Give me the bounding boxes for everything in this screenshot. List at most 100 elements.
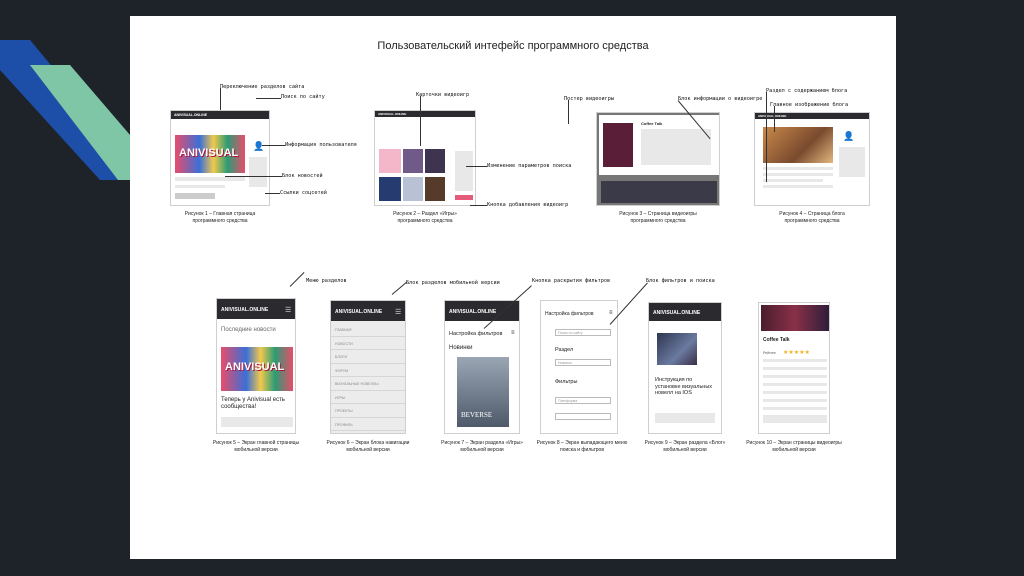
figure-8-screenshot: Настройка фильтров ≡ Поиск по сайту Разд… bbox=[540, 300, 618, 434]
blog-text-line bbox=[763, 167, 833, 170]
game-title: Coffee Talk bbox=[641, 121, 663, 126]
game-cover-title: BEVERSE bbox=[461, 411, 493, 419]
annotation-game-info: Блок информации о видеоигре bbox=[678, 96, 763, 102]
game-card bbox=[425, 149, 445, 173]
nav-item[interactable]: ФОРУМ bbox=[331, 364, 405, 377]
latest-news-heading: Последние новости bbox=[221, 327, 276, 333]
rating-label: Рейтинг bbox=[763, 351, 776, 355]
news-headline[interactable]: Теперь у Anivisual есть сообщества! bbox=[221, 397, 293, 411]
info-row bbox=[763, 359, 827, 362]
annotation-blog-image: Главное изображение блога bbox=[770, 102, 849, 108]
annotation-line bbox=[265, 193, 280, 194]
search-input[interactable]: Поиск по сайту bbox=[555, 329, 611, 336]
section-select[interactable]: Новинки bbox=[555, 359, 611, 366]
filter-icon[interactable]: ≡ bbox=[511, 330, 515, 336]
annotation-filters-open: Кнопка раскрытия фильтров bbox=[532, 278, 611, 284]
filter-settings-toggle[interactable]: Настройка фильтров bbox=[449, 331, 502, 337]
rating-stars: ★★★★★ bbox=[783, 350, 810, 356]
site-header: ANIVISUAL.ONLINE bbox=[375, 111, 475, 117]
blog-text-line bbox=[763, 185, 833, 188]
annotation-line bbox=[420, 96, 421, 146]
filter-select[interactable] bbox=[555, 413, 611, 420]
banner-text: ANIVISUAL bbox=[179, 147, 239, 159]
site-header: ANIVISUAL.ONLINE bbox=[171, 111, 269, 119]
caption-fig4: Рисунок 4 – Страница блога программного с… bbox=[779, 211, 845, 224]
figure-6-screenshot: ANIVISUAL.ONLINE ☰ ГЛАВНАЯ НОВОСТИ БЛОГИ ФО… bbox=[330, 300, 406, 434]
info-row bbox=[763, 383, 827, 386]
annotation-line bbox=[391, 281, 408, 295]
nav-item[interactable]: НОВОСТИ bbox=[331, 337, 405, 350]
nav-item[interactable]: ПРОФИЛЬ bbox=[331, 418, 405, 431]
info-row bbox=[763, 391, 827, 394]
filter-icon[interactable]: ≡ bbox=[609, 310, 613, 316]
menu-icon[interactable]: ☰ bbox=[285, 306, 291, 314]
info-row bbox=[763, 399, 827, 402]
figure-5-screenshot: ANIVISUAL.ONLINE ☰ Последние новости ANI… bbox=[216, 298, 296, 434]
filter-panel bbox=[455, 151, 473, 191]
annotation-user-info: Информация пользователя bbox=[285, 142, 357, 148]
nav-item[interactable]: БЛОГИ bbox=[331, 350, 405, 364]
slide-title: Пользовательский интефейс программного с… bbox=[377, 40, 649, 52]
news-excerpt bbox=[221, 417, 293, 427]
figure-3-screenshot: Coffee Talk bbox=[596, 112, 720, 206]
sidebar-block bbox=[249, 157, 267, 187]
site-header: ANIVISUAL.ONLINE bbox=[755, 113, 869, 119]
caption-fig10: Рисунок 10 – Экран страницы видеоигры моб… bbox=[746, 440, 842, 453]
game-title: Coffee Talk bbox=[763, 337, 790, 343]
game-poster bbox=[603, 123, 633, 167]
blog-image bbox=[657, 333, 697, 365]
mobile-header: ANIVISUAL.ONLINE bbox=[217, 299, 295, 319]
filters-label: Фильтры bbox=[555, 379, 578, 385]
annotation-line bbox=[262, 145, 285, 146]
annotation-line bbox=[470, 205, 487, 206]
figure-9-screenshot: ANIVISUAL.ONLINE Инструкция по установке… bbox=[648, 302, 722, 434]
annotation-game-poster: Постер видеоигры bbox=[564, 96, 614, 102]
figure-7-screenshot: ANIVISUAL.ONLINE Настройка фильтров ≡ Но… bbox=[444, 300, 520, 434]
blog-text-line bbox=[763, 173, 833, 176]
user-icon: 👤 bbox=[843, 131, 855, 141]
annotation-line bbox=[220, 88, 221, 110]
decorative-stripes bbox=[0, 40, 130, 180]
annotation-line bbox=[225, 176, 282, 177]
caption-fig9: Рисунок 9 – Экран раздела «Блог» мобильно… bbox=[644, 440, 726, 453]
info-row bbox=[763, 375, 827, 378]
add-game-button[interactable] bbox=[455, 195, 473, 200]
annotation-add-game: Кнопка добавления видеоигр bbox=[487, 202, 569, 208]
user-icon: 👤 bbox=[253, 141, 265, 151]
nav-item[interactable]: ПРОЕКТЫ bbox=[331, 404, 405, 418]
blog-excerpt bbox=[655, 413, 715, 423]
figure-1-screenshot: ANIVISUAL.ONLINE ANIVISUAL 👤 bbox=[170, 110, 270, 206]
screenshots-strip bbox=[601, 181, 717, 203]
caption-fig1: Рисунок 1 – Главная страница программного… bbox=[184, 211, 256, 224]
info-row bbox=[763, 415, 827, 423]
new-games-heading: Новинки bbox=[449, 345, 473, 351]
annotation-filter-search: Блок фильтров и поиска bbox=[646, 278, 715, 284]
annotation-mobile-sections: Блок разделов мобильной версии bbox=[406, 280, 500, 286]
blog-main-image bbox=[763, 127, 833, 163]
mobile-header: ANIVISUAL.ONLINE bbox=[649, 303, 721, 321]
caption-fig3: Рисунок 3 – Страница видеоигры программно… bbox=[619, 211, 697, 224]
blog-headline[interactable]: Инструкция по установке визуальных новел… bbox=[655, 377, 719, 397]
annotation-line bbox=[774, 106, 775, 132]
caption-fig2: Рисунок 2 – Раздел «Игры» программного ср… bbox=[393, 211, 457, 224]
game-info-block bbox=[641, 129, 711, 165]
news-line bbox=[175, 177, 245, 181]
nav-item[interactable]: ИГРЫ bbox=[331, 391, 405, 404]
info-row bbox=[763, 367, 827, 370]
mobile-header: ANIVISUAL.ONLINE bbox=[445, 301, 519, 321]
annotation-sections-menu: Меню разделов bbox=[306, 278, 347, 284]
mobile-header: ANIVISUAL.ONLINE bbox=[331, 301, 405, 321]
news-line bbox=[175, 185, 225, 188]
social-links-row bbox=[175, 193, 215, 199]
menu-icon[interactable]: ☰ bbox=[395, 308, 401, 316]
banner-text: ANIVISUAL bbox=[225, 361, 285, 373]
figure-10-screenshot: Coffee Talk Рейтинг ★★★★★ bbox=[758, 302, 830, 434]
nav-item[interactable]: ВИЗУАЛЬНЫЕ НОВЕЛЛЫ bbox=[331, 377, 405, 391]
nav-item[interactable]: ГЛАВНАЯ bbox=[331, 323, 405, 337]
platform-select[interactable]: Платформа bbox=[555, 397, 611, 404]
game-card bbox=[425, 177, 445, 201]
annotation-line bbox=[289, 272, 305, 287]
annotation-game-cards: Карточки видеоигр bbox=[416, 92, 470, 98]
game-card bbox=[379, 177, 401, 201]
caption-fig7: Рисунок 7 – Экран раздела «Игры» мобильно… bbox=[441, 440, 523, 453]
